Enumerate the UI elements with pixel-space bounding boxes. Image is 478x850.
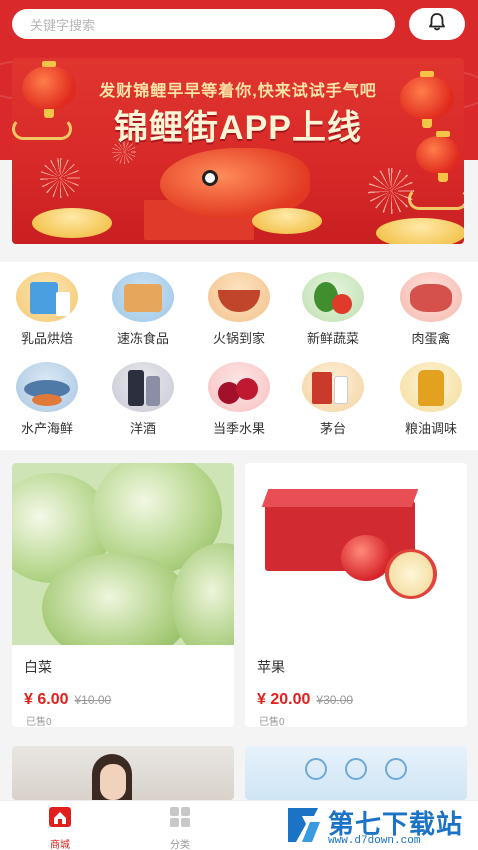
category-label: 乳品烘焙 — [20, 331, 73, 346]
sold-count: 已售0 — [26, 717, 52, 727]
product-card-partial-left[interactable] — [12, 746, 234, 800]
category-item-seasonal-fruit[interactable]: 当季水果 — [200, 362, 278, 437]
category-item-meat-egg-poultry[interactable]: 肉蛋禽 — [392, 272, 470, 347]
product-price: ¥ 20.00 ¥30.00 — [257, 691, 353, 709]
category-label: 当季水果 — [212, 421, 265, 436]
category-label: 新鲜蔬菜 — [306, 331, 359, 346]
product-image-person — [12, 746, 234, 800]
category-label: 茅台 — [319, 421, 346, 436]
banner-subtitle: 发财锦鲤早早等着你,快来试试手气吧 — [99, 83, 377, 100]
category-item-frozen-food[interactable]: 速冻食品 — [104, 272, 182, 347]
meat-image — [400, 272, 462, 322]
cabbage-image — [12, 463, 234, 645]
tab-category[interactable]: 分类 — [150, 805, 210, 850]
product-card-partial-right[interactable] — [245, 746, 467, 800]
watermark-url: www.d7down.com — [328, 835, 421, 847]
oil-image — [400, 362, 462, 412]
notification-button[interactable] — [409, 8, 465, 40]
sold-count: 已售0 — [259, 717, 285, 727]
category-label: 火锅到家 — [212, 331, 265, 346]
product-card-cabbage[interactable]: 白菜 ¥ 6.00 ¥10.00 已售0 — [12, 463, 234, 727]
watermark-logo-icon — [284, 804, 324, 846]
home-icon — [47, 807, 73, 833]
category-label: 速冻食品 — [116, 331, 169, 346]
product-price: ¥ 6.00 ¥10.00 — [24, 691, 111, 709]
bell-icon — [427, 12, 447, 37]
frozen-food-image — [112, 272, 174, 322]
category-item-hotpot[interactable]: 火锅到家 — [200, 272, 278, 347]
category-label: 肉蛋禽 — [411, 331, 451, 346]
vegetables-image — [302, 272, 364, 322]
maotai-image — [302, 362, 364, 412]
hotpot-image — [208, 272, 270, 322]
current-price: ¥ 20.00 — [257, 691, 311, 708]
category-item-dairy-bakery[interactable]: 乳品烘焙 — [8, 272, 86, 347]
koi-eye — [202, 170, 218, 186]
category-label: 粮油调味 — [404, 421, 457, 436]
firework-decoration — [40, 158, 80, 198]
tab-label: 分类 — [170, 840, 190, 850]
tab-mall[interactable]: 商城 — [30, 805, 90, 850]
cloud-decoration — [408, 188, 464, 210]
seafood-image — [16, 362, 78, 412]
category-item-seafood[interactable]: 水产海鲜 — [8, 362, 86, 437]
firework-decoration — [368, 168, 414, 214]
gold-ingot-decoration — [32, 208, 112, 238]
product-name: 白菜 — [24, 659, 52, 675]
product-name: 苹果 — [257, 659, 285, 675]
category-item-vegetables[interactable]: 新鲜蔬菜 — [294, 272, 372, 347]
site-watermark: 第七下载站 www.d7down.com — [282, 802, 478, 850]
liquor-image — [112, 362, 174, 412]
search-bar[interactable]: 关键字搜索 — [12, 9, 395, 39]
original-price: ¥10.00 — [74, 693, 112, 707]
search-placeholder: 关键字搜索 — [30, 17, 96, 33]
cherries-image — [208, 362, 270, 412]
product-image-milk — [245, 746, 467, 800]
gold-ingot-decoration — [376, 218, 464, 244]
original-price: ¥30.00 — [316, 693, 354, 707]
gold-coin-decoration — [252, 208, 322, 234]
promo-banner[interactable]: 发财锦鲤早早等着你,快来试试手气吧 锦鲤街APP上线 — [12, 58, 464, 244]
category-item-maotai[interactable]: 茅台 — [294, 362, 372, 437]
grid-icon — [167, 807, 193, 833]
tab-label: 商城 — [50, 840, 70, 850]
category-item-grain-oil[interactable]: 粮油调味 — [392, 362, 470, 437]
category-label: 洋酒 — [129, 421, 156, 436]
current-price: ¥ 6.00 — [24, 691, 69, 708]
product-card-apple[interactable]: 苹果 ¥ 20.00 ¥30.00 已售0 — [245, 463, 467, 727]
category-item-liquor[interactable]: 洋酒 — [104, 362, 182, 437]
dairy-bakery-image — [16, 272, 78, 322]
apple-box-image — [245, 463, 467, 645]
category-label: 水产海鲜 — [20, 421, 73, 436]
banner-title: 锦鲤街APP上线 — [114, 109, 362, 147]
